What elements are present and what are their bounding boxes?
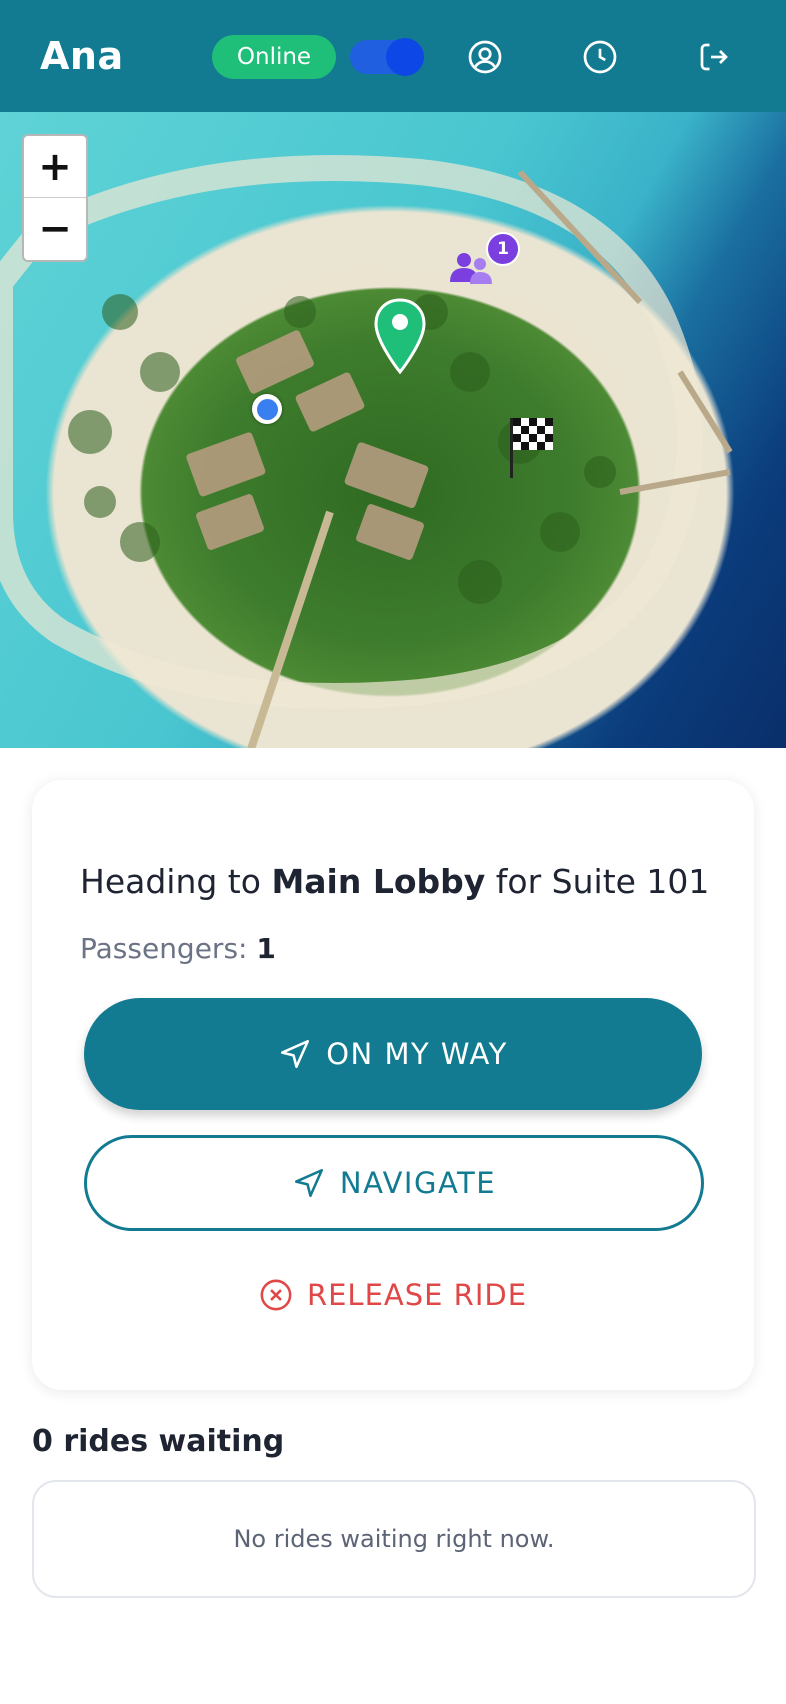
passenger-count-badge: 1 <box>486 232 520 266</box>
passengers-label: Passengers: <box>80 932 248 965</box>
on-my-way-button[interactable]: ON MY WAY <box>84 998 702 1110</box>
passenger-group-marker[interactable]: 1 <box>446 232 520 294</box>
pickup-pin-marker[interactable] <box>374 298 426 375</box>
driver-location-marker <box>252 394 282 424</box>
history-icon <box>583 40 617 74</box>
rides-waiting-empty-state: No rides waiting right now. <box>32 1480 756 1598</box>
checkered-flag-icon <box>510 418 553 478</box>
navigate-button[interactable]: NAVIGATE <box>84 1135 704 1231</box>
destination-flag-marker[interactable] <box>508 414 556 480</box>
heading-prefix: Heading to <box>80 862 261 901</box>
zoom-in-button[interactable]: + <box>24 136 86 198</box>
ride-heading: Heading to Main Lobby for Suite 101 <box>80 862 709 901</box>
map-view[interactable]: 1 + − <box>0 112 786 748</box>
rides-waiting-title: 0 rides waiting <box>32 1424 285 1459</box>
on-my-way-label: ON MY WAY <box>326 1037 508 1071</box>
driver-name: Ana <box>40 34 124 78</box>
logout-button[interactable] <box>691 34 737 80</box>
top-bar: Ana Online <box>0 0 786 112</box>
account-icon <box>468 40 502 74</box>
passengers-value: 1 <box>256 932 276 965</box>
destination-name: Main Lobby <box>271 862 486 901</box>
cancel-circle-icon <box>259 1278 293 1312</box>
release-ride-label: RELEASE RIDE <box>306 1278 528 1312</box>
account-button[interactable] <box>462 34 508 80</box>
heading-suffix: for Suite 101 <box>495 862 710 901</box>
release-ride-button[interactable]: RELEASE RIDE <box>32 1270 754 1320</box>
logout-icon <box>700 43 728 71</box>
online-status-badge: Online <box>212 35 336 79</box>
zoom-controls: + − <box>22 134 88 262</box>
map-pin-icon <box>374 298 426 375</box>
online-toggle[interactable] <box>350 38 424 76</box>
current-ride-card: Heading to Main Lobby for Suite 101 Pass… <box>32 780 754 1390</box>
map-illustration <box>0 155 733 748</box>
passenger-count: Passengers: 1 <box>80 932 276 965</box>
navigation-arrow-icon <box>292 1166 326 1200</box>
zoom-out-button[interactable]: − <box>24 198 86 259</box>
navigate-label: NAVIGATE <box>339 1166 497 1200</box>
location-dot-icon <box>256 398 278 420</box>
history-button[interactable] <box>577 34 623 80</box>
navigation-arrow-icon <box>278 1037 312 1071</box>
toggle-knob <box>386 38 424 76</box>
